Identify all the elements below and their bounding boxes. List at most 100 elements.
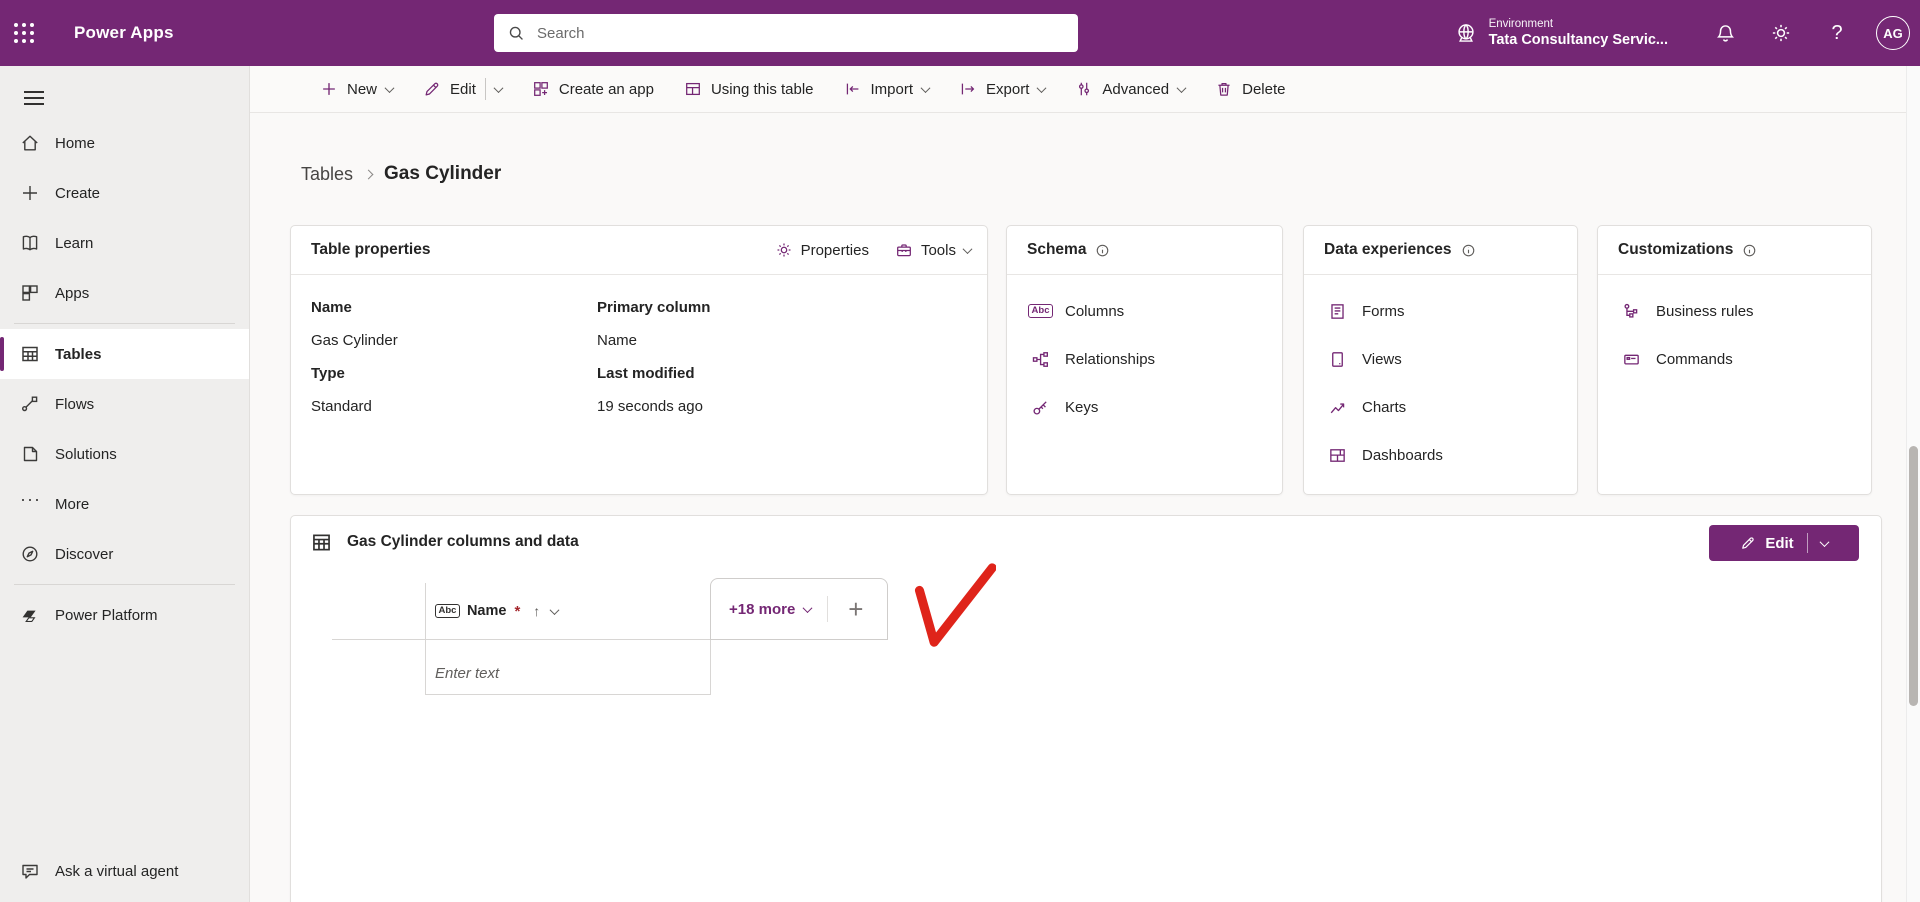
sidebar-item-tables[interactable]: Tables [0, 329, 249, 379]
sidebar-item-flows[interactable]: Flows [0, 379, 249, 429]
sidebar-item-power-platform[interactable]: Power Platform [0, 590, 249, 640]
chevron-down-icon[interactable] [1819, 536, 1830, 547]
tools-button[interactable]: Tools [895, 241, 973, 259]
grid-line [425, 694, 710, 695]
waffle-menu-button[interactable] [0, 0, 48, 66]
settings-button[interactable] [1758, 10, 1804, 56]
properties-button[interactable]: Properties [775, 241, 869, 259]
dashboards-link[interactable]: Dashboards [1304, 431, 1577, 479]
sidebar-item-label: More [55, 495, 90, 513]
command-bar: New Edit Create an app Using this table … [250, 66, 1920, 113]
bell-icon [1716, 24, 1734, 42]
scrollbar-thumb[interactable] [1909, 446, 1918, 706]
chevron-down-icon [920, 82, 931, 93]
last-modified-label: Last modified [597, 365, 695, 382]
info-icon[interactable] [1095, 243, 1110, 258]
columns-link[interactable]: Abc Columns [1007, 287, 1282, 335]
chevron-down-icon[interactable] [493, 82, 504, 93]
card-title: Data experiences [1324, 241, 1452, 258]
relationships-icon [1030, 350, 1051, 369]
info-icon[interactable] [1742, 243, 1757, 258]
type-value: Standard [311, 398, 372, 415]
commands-link[interactable]: Commands [1598, 335, 1871, 383]
sidebar-item-learn[interactable]: Learn [0, 218, 249, 268]
column-name: Name [466, 603, 507, 619]
cell-placeholder: Enter text [435, 664, 500, 682]
edit-button[interactable]: Edit [423, 78, 504, 100]
edit-label: Edit [450, 80, 476, 98]
sidebar-item-label: Tables [55, 345, 102, 363]
environment-name: Tata Consultancy Servic... [1488, 32, 1668, 49]
sidebar-item-more[interactable]: ··· More [0, 479, 249, 529]
environment-switcher[interactable]: Environment Tata Consultancy Servic... [1445, 11, 1678, 56]
sidebar-item-create[interactable]: Create [0, 168, 249, 218]
name-column-header[interactable]: Abc Name * ↑ [425, 583, 710, 639]
relationships-link[interactable]: Relationships [1007, 335, 1282, 383]
primary-column-label: Primary column [597, 299, 711, 316]
delete-button[interactable]: Delete [1215, 80, 1285, 98]
sidebar-item-apps[interactable]: Apps [0, 268, 249, 318]
create-an-app-button[interactable]: Create an app [532, 80, 654, 98]
dashboard-icon [1327, 446, 1348, 465]
flow-icon [20, 394, 40, 414]
section-title: Gas Cylinder columns and data [347, 533, 579, 550]
new-button[interactable]: New [320, 80, 395, 98]
chevron-down-icon [962, 243, 973, 254]
more-columns-button[interactable]: +18 more [729, 601, 795, 618]
more-columns-panel: +18 more + [710, 578, 888, 640]
chevron-down-icon[interactable] [549, 604, 560, 615]
sidebar-item-label: Create [55, 184, 101, 202]
info-icon[interactable] [1461, 243, 1476, 258]
keys-link[interactable]: Keys [1007, 383, 1282, 431]
name-label: Name [311, 299, 352, 316]
help-button[interactable]: ? [1814, 10, 1860, 56]
search-input[interactable] [537, 24, 1078, 42]
sidebar-item-discover[interactable]: Discover [0, 529, 249, 579]
required-marker: * [514, 602, 521, 620]
sidebar-item-solutions[interactable]: Solutions [0, 429, 249, 479]
table-properties-card: Table properties Properties Tools Name G… [290, 225, 988, 495]
columns-and-data-card: Gas Cylinder columns and data Edit [290, 515, 1882, 902]
new-label: New [347, 80, 378, 98]
advanced-label: Advanced [1102, 80, 1170, 98]
add-column-button[interactable]: + [842, 596, 869, 622]
charts-link[interactable]: Charts [1304, 383, 1577, 431]
solutions-icon [20, 444, 40, 464]
avatar[interactable]: AG [1876, 16, 1910, 50]
page-icon [1327, 350, 1348, 369]
power-platform-icon [20, 605, 40, 625]
search-box[interactable] [494, 14, 1078, 52]
sidebar-item-label: Solutions [55, 445, 117, 463]
sidebar-item-label: Power Platform [55, 606, 158, 624]
home-icon [20, 133, 40, 153]
form-icon [1327, 302, 1348, 321]
gear-icon [1772, 24, 1790, 42]
chevron-down-icon[interactable] [802, 602, 813, 613]
hamburger-button[interactable] [14, 80, 54, 116]
forms-link[interactable]: Forms [1304, 287, 1577, 335]
breadcrumb-tables-link[interactable]: Tables [301, 164, 353, 185]
advanced-button[interactable]: Advanced [1075, 80, 1187, 98]
business-rules-link[interactable]: Business rules [1598, 287, 1871, 335]
create-an-app-label: Create an app [558, 80, 654, 98]
schema-card: Schema Abc Columns Relationships Keys [1006, 225, 1283, 495]
customizations-card: Customizations Business rules Commands [1597, 225, 1872, 495]
environment-label: Environment [1488, 17, 1554, 30]
edit-table-button[interactable]: Edit [1709, 525, 1859, 561]
notifications-button[interactable] [1702, 10, 1748, 56]
plus-icon [320, 80, 338, 98]
views-link[interactable]: Views [1304, 335, 1577, 383]
grid-line [710, 639, 711, 695]
app-header: Power Apps Environment Tata Consultancy … [0, 0, 1920, 66]
sidebar-item-ask-virtual-agent[interactable]: Ask a virtual agent [0, 846, 249, 896]
new-row-name-cell[interactable]: Enter text [435, 653, 705, 693]
import-button[interactable]: Import [844, 80, 931, 98]
ellipsis-icon: ··· [20, 489, 41, 509]
flowchart-icon [1621, 302, 1642, 321]
export-button[interactable]: Export [959, 80, 1047, 98]
grid-line [332, 639, 710, 640]
sidebar-item-home[interactable]: Home [0, 118, 249, 168]
using-this-table-button[interactable]: Using this table [684, 80, 814, 98]
globe-icon [1457, 24, 1474, 42]
vertical-scrollbar[interactable] [1906, 66, 1920, 902]
